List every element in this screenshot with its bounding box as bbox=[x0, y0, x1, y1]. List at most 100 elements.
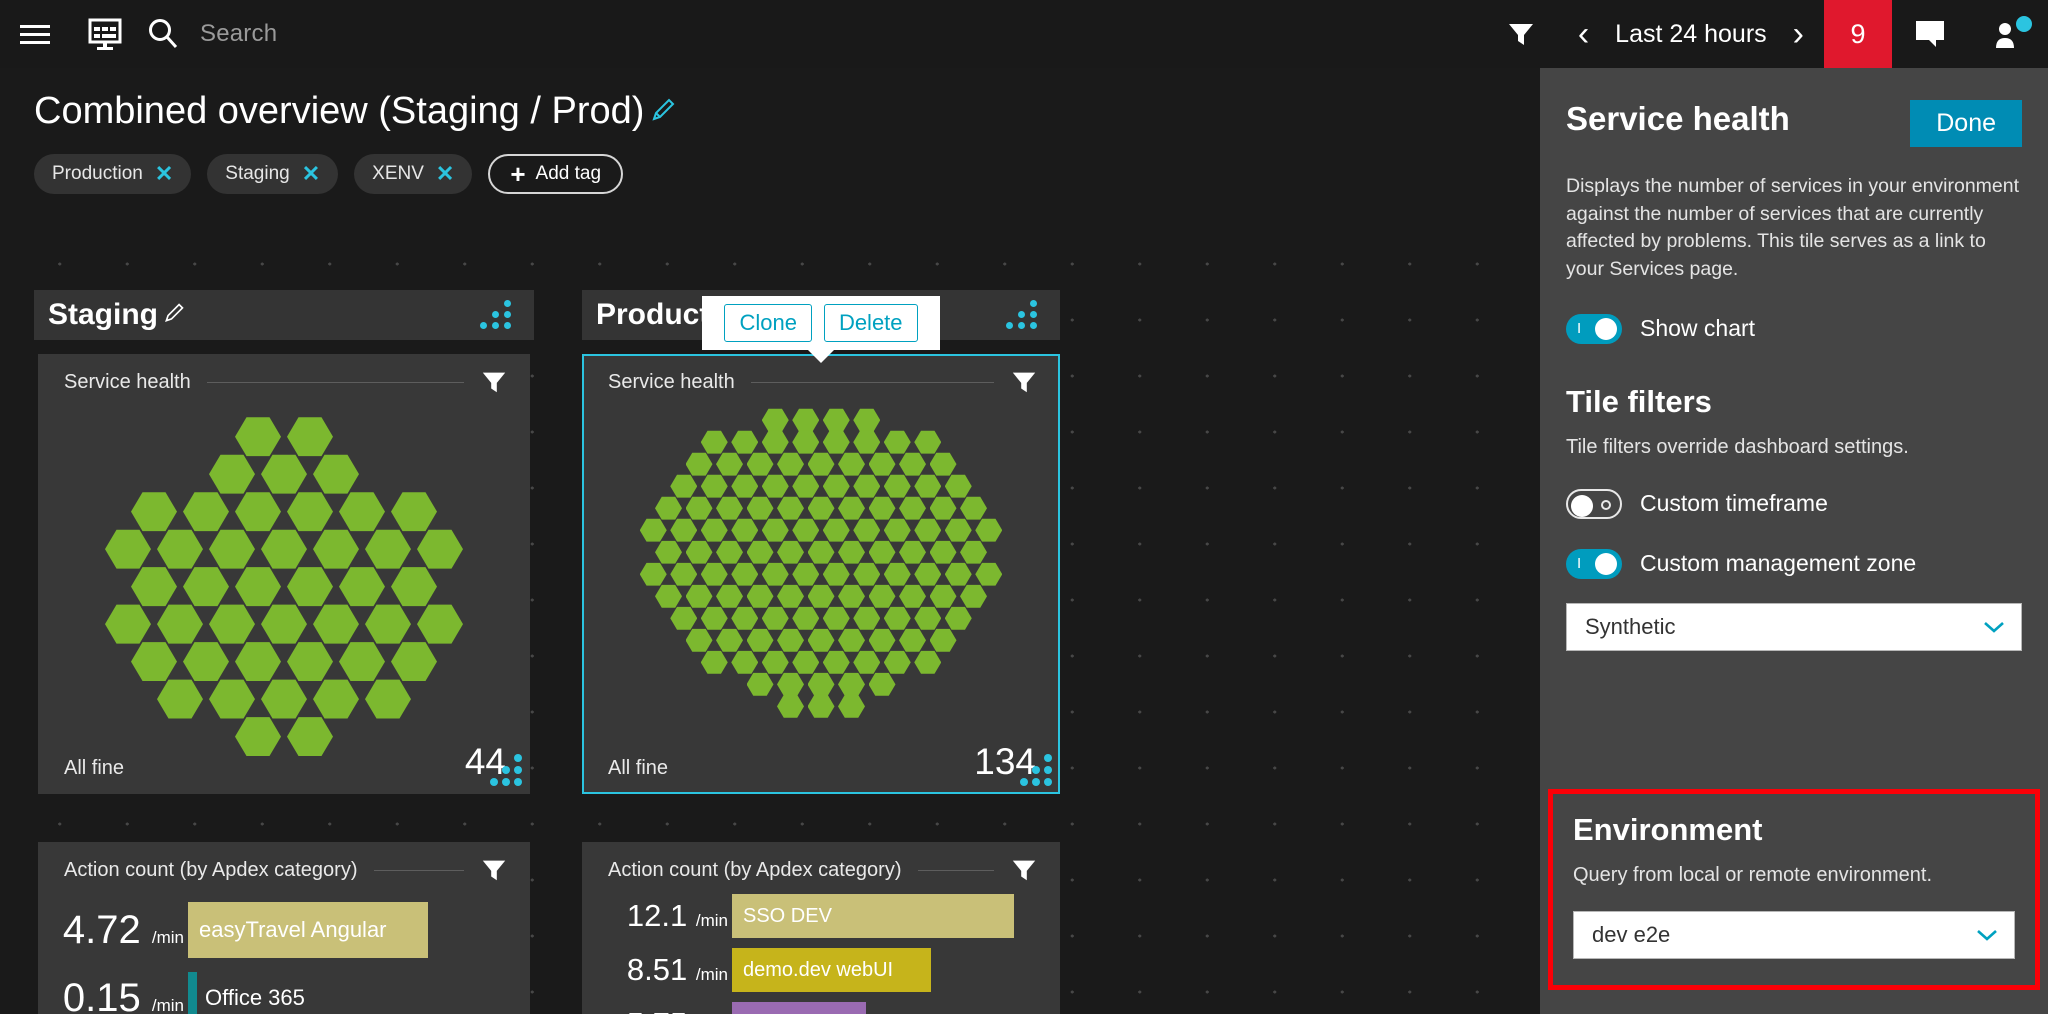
service-hexagon[interactable] bbox=[670, 474, 698, 498]
service-hexagon[interactable] bbox=[639, 518, 667, 542]
next-timeframe-button[interactable]: › bbox=[1773, 17, 1824, 51]
service-hexagon[interactable] bbox=[261, 679, 307, 719]
service-hexagon[interactable] bbox=[746, 584, 774, 608]
service-hexagon[interactable] bbox=[792, 430, 820, 454]
service-hexagon[interactable] bbox=[655, 584, 682, 608]
tag-production[interactable]: Production ✕ bbox=[34, 154, 192, 194]
service-hexagon[interactable] bbox=[670, 562, 698, 586]
service-hexagon[interactable] bbox=[761, 562, 789, 586]
service-hexagon[interactable] bbox=[716, 584, 743, 608]
service-hexagon[interactable] bbox=[131, 492, 177, 532]
add-tag-button[interactable]: + Add tag bbox=[488, 154, 624, 194]
service-hexagon[interactable] bbox=[899, 496, 926, 520]
pencil-icon[interactable] bbox=[163, 302, 185, 324]
tile-resize-handle[interactable] bbox=[490, 754, 522, 786]
service-hexagon[interactable] bbox=[807, 694, 835, 718]
menu-button[interactable] bbox=[0, 0, 70, 68]
service-hexagon[interactable] bbox=[914, 650, 942, 674]
service-hexagon[interactable] bbox=[914, 430, 942, 454]
service-hexagon[interactable] bbox=[777, 452, 804, 476]
service-hexagon[interactable] bbox=[838, 628, 865, 652]
service-hexagon[interactable] bbox=[777, 672, 804, 696]
service-hexagon[interactable] bbox=[807, 672, 835, 696]
service-hexagon[interactable] bbox=[261, 454, 307, 494]
service-hexagon[interactable] bbox=[883, 562, 911, 586]
service-hexagon[interactable] bbox=[700, 518, 728, 542]
service-hexagon[interactable] bbox=[929, 496, 957, 520]
service-hexagon[interactable] bbox=[792, 408, 820, 432]
service-hexagon[interactable] bbox=[391, 642, 437, 682]
service-hexagon[interactable] bbox=[777, 496, 804, 520]
service-hexagon[interactable] bbox=[131, 567, 177, 607]
service-hexagon[interactable] bbox=[339, 642, 385, 682]
service-hexagon[interactable] bbox=[868, 540, 896, 564]
service-hexagon[interactable] bbox=[944, 474, 972, 498]
service-hexagon[interactable] bbox=[944, 562, 972, 586]
service-hexagon[interactable] bbox=[391, 567, 437, 607]
service-hexagon[interactable] bbox=[807, 496, 835, 520]
custom-timeframe-toggle[interactable] bbox=[1566, 488, 1622, 519]
remove-tag-icon[interactable]: ✕ bbox=[436, 163, 454, 185]
tag-xenv[interactable]: XENV ✕ bbox=[354, 154, 473, 194]
service-hexagon[interactable] bbox=[914, 474, 942, 498]
service-hexagon[interactable] bbox=[746, 628, 774, 652]
service-hexagon[interactable] bbox=[365, 679, 411, 719]
service-hexagon[interactable] bbox=[261, 529, 307, 569]
funnel-icon[interactable] bbox=[1010, 368, 1038, 396]
service-hexagon[interactable] bbox=[235, 492, 281, 532]
service-hexagon[interactable] bbox=[792, 562, 820, 586]
service-hexagon[interactable] bbox=[868, 496, 896, 520]
problem-count-badge[interactable]: 9 bbox=[1824, 0, 1892, 68]
service-hexagon[interactable] bbox=[777, 628, 804, 652]
service-hexagon[interactable] bbox=[868, 672, 896, 696]
service-hexagon[interactable] bbox=[716, 628, 743, 652]
service-hexagon[interactable] bbox=[883, 650, 911, 674]
service-hexagon[interactable] bbox=[822, 518, 850, 542]
service-hexagon[interactable] bbox=[761, 518, 789, 542]
service-hexagon[interactable] bbox=[700, 430, 728, 454]
service-hexagon[interactable] bbox=[883, 606, 911, 630]
service-hexagon[interactable] bbox=[287, 567, 333, 607]
service-hexagon[interactable] bbox=[685, 452, 713, 476]
service-hexagon[interactable] bbox=[287, 417, 333, 457]
timeframe-selector[interactable]: Last 24 hours bbox=[1609, 20, 1773, 49]
service-hexagon[interactable] bbox=[670, 606, 698, 630]
service-hexagon[interactable] bbox=[391, 492, 437, 532]
action-count-row[interactable]: 8.51 /min demo.dev webUI bbox=[582, 948, 1060, 992]
service-hexagon[interactable] bbox=[853, 408, 881, 432]
section-drag-handle-staging[interactable] bbox=[480, 300, 518, 330]
action-count-row[interactable]: 0.15 /min Office 365 bbox=[38, 970, 530, 1014]
service-hexagon[interactable] bbox=[685, 628, 713, 652]
service-hexagon[interactable] bbox=[685, 540, 713, 564]
service-hexagon[interactable] bbox=[883, 430, 911, 454]
service-hexagon[interactable] bbox=[929, 584, 957, 608]
action-count-row[interactable]: 4.72 /min easyTravel Angular bbox=[38, 900, 530, 960]
funnel-icon[interactable] bbox=[480, 368, 508, 396]
service-hexagon[interactable] bbox=[700, 562, 728, 586]
service-hexagon[interactable] bbox=[209, 679, 255, 719]
clone-button[interactable]: Clone bbox=[724, 304, 812, 342]
service-hexagon[interactable] bbox=[792, 650, 820, 674]
remove-tag-icon[interactable]: ✕ bbox=[155, 163, 173, 185]
service-hexagon[interactable] bbox=[807, 628, 835, 652]
service-hexagon[interactable] bbox=[883, 518, 911, 542]
service-hexagon[interactable] bbox=[807, 452, 835, 476]
service-hexagon[interactable] bbox=[417, 529, 463, 569]
service-hexagon[interactable] bbox=[700, 650, 728, 674]
service-hexagon[interactable] bbox=[105, 529, 151, 569]
service-hexagon[interactable] bbox=[685, 496, 713, 520]
environment-select[interactable]: dev e2e bbox=[1573, 911, 2015, 959]
service-hexagon[interactable] bbox=[960, 496, 987, 520]
service-hexagon[interactable] bbox=[868, 452, 896, 476]
service-hexagon[interactable] bbox=[777, 540, 804, 564]
service-hexagon[interactable] bbox=[716, 540, 743, 564]
user-menu-button[interactable] bbox=[1970, 0, 2048, 68]
service-hexagon[interactable] bbox=[183, 642, 229, 682]
service-hexagon[interactable] bbox=[235, 642, 281, 682]
service-hexagon[interactable] bbox=[685, 584, 713, 608]
service-hexagon[interactable] bbox=[731, 562, 759, 586]
service-hexagon[interactable] bbox=[822, 474, 850, 498]
tile-staging-service-health[interactable]: Service health All fine 44 bbox=[38, 354, 530, 794]
service-hexagon[interactable] bbox=[777, 584, 804, 608]
remove-tag-icon[interactable]: ✕ bbox=[302, 163, 320, 185]
